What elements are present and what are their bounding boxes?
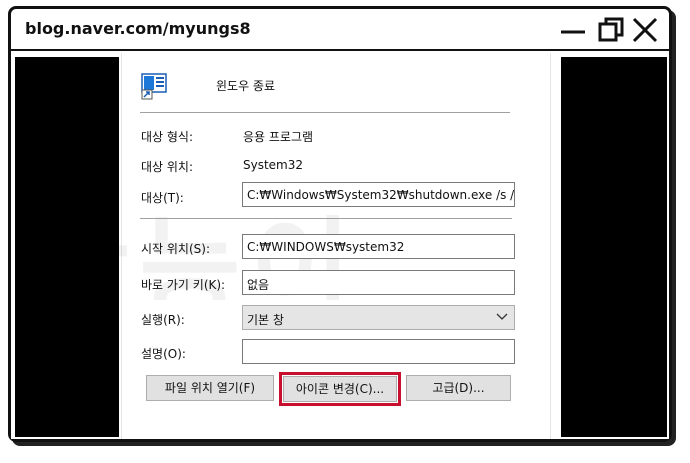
target-type-label: 대상 형식: <box>141 130 194 144</box>
target-location-label: 대상 위치: <box>141 160 194 174</box>
separator <box>140 218 512 219</box>
application-shortcut-icon <box>141 73 167 100</box>
shortcut-name: 윈도우 종료 <box>216 79 276 93</box>
run-label: 실행(R): <box>141 313 185 327</box>
shortcut-key-label: 바로 가기 키(K): <box>141 278 226 292</box>
target-field[interactable]: C:₩Windows₩System32₩shutdown.exe /s /t 0 <box>242 182 515 207</box>
maximize-icon[interactable] <box>596 15 626 45</box>
comment-field[interactable] <box>242 339 515 364</box>
comment-label: 설명(O): <box>141 347 186 361</box>
minimize-icon[interactable] <box>558 15 588 45</box>
close-icon[interactable] <box>630 15 660 45</box>
shortcut-key-field[interactable]: 없음 <box>242 270 515 295</box>
run-select[interactable]: 기본 창 <box>242 305 515 330</box>
target-type-value: 응용 프로그램 <box>243 130 314 144</box>
chevron-down-icon <box>496 313 508 320</box>
target-label: 대상(T): <box>141 191 184 205</box>
window-title: blog.naver.com/myungs8 <box>25 19 251 38</box>
target-location-value: System32 <box>243 158 304 172</box>
start-in-label: 시작 위치(S): <box>141 242 210 256</box>
separator <box>140 112 510 113</box>
title-bar: blog.naver.com/myungs8 <box>11 9 669 51</box>
right-black-panel <box>561 57 667 437</box>
start-in-field[interactable]: C:₩WINDOWS₩system32 <box>242 234 515 259</box>
change-icon-button[interactable]: 아이콘 변경(C)... <box>279 372 401 406</box>
left-black-panel <box>15 57 119 437</box>
open-file-location-button[interactable]: 파일 위치 열기(F) <box>146 375 274 401</box>
advanced-button[interactable]: 고급(D)... <box>406 375 511 401</box>
run-select-value: 기본 창 <box>247 313 284 327</box>
